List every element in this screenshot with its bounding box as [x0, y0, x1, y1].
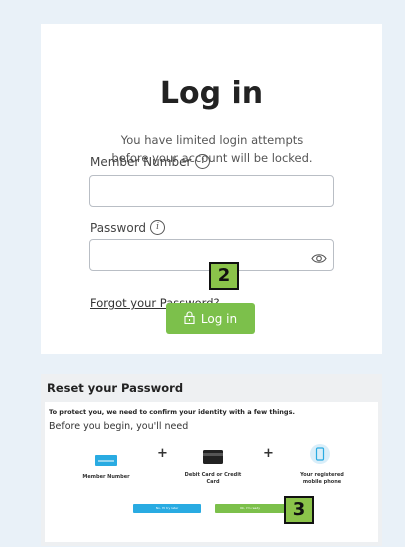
ready-button[interactable]: Ok, I'm ready: [215, 504, 285, 513]
item-mobile-phone: Your registered mobile phone: [300, 472, 344, 485]
login-button[interactable]: Log in: [166, 303, 255, 334]
phone-icon: [310, 444, 330, 468]
info-icon[interactable]: i: [150, 220, 166, 235]
reset-content: To protect you, we need to confirm your …: [45, 402, 378, 542]
card-icon: [95, 451, 117, 470]
info-icon[interactable]: i: [195, 154, 211, 169]
annotation-badge-3: 3: [284, 496, 314, 524]
reset-title: Reset your Password: [47, 381, 184, 395]
item-member-number: Member Number: [82, 474, 130, 480]
item-debit-card: Debit Card or Credit Card: [184, 472, 242, 485]
debit-card-icon: [203, 449, 223, 468]
login-button-label: Log in: [200, 311, 238, 326]
page-title: Log in: [159, 76, 264, 111]
member-number-input[interactable]: [89, 175, 334, 207]
protect-text: To protect you, we need to confirm your …: [49, 408, 295, 416]
member-number-label-text: Member Number: [90, 154, 192, 169]
plus-sign-2: +: [263, 446, 274, 461]
password-label: Password i: [90, 220, 166, 235]
annotation-badge-2: 2: [209, 262, 239, 290]
not-ready-button[interactable]: No, I'll try later: [133, 504, 201, 513]
before-text: Before you begin, you'll need: [49, 421, 189, 432]
reset-password-panel: Reset your Password To protect you, we n…: [41, 374, 382, 546]
lock-icon: [184, 310, 195, 327]
login-card: Log in You have limited login attempts b…: [41, 24, 382, 354]
plus-sign-1: +: [157, 446, 168, 461]
password-label-text: Password: [90, 220, 147, 235]
eye-icon[interactable]: [311, 249, 327, 268]
member-number-label: Member Number i: [90, 154, 211, 169]
